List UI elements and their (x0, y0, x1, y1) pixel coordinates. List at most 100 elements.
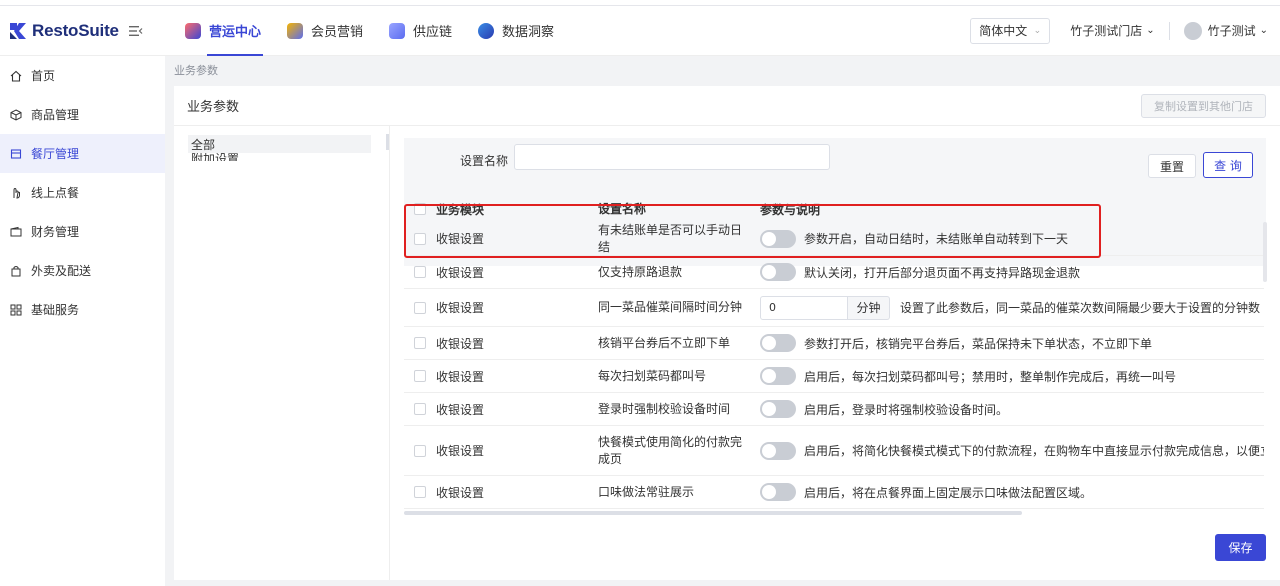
row-checkbox[interactable] (414, 301, 426, 314)
row-desc-cell: 参数打开后，核销完平台券后，菜品保持未下单状态，不立即下单 (760, 334, 1264, 352)
row-checkbox-cell (404, 444, 436, 457)
setting-toggle[interactable] (760, 334, 796, 352)
chevron-down-icon: ⌄ (1033, 25, 1042, 36)
row-desc-text: 默认关闭，打开后部分退页面不再支持异路现金退款 (804, 265, 1081, 280)
member-icon (287, 22, 304, 39)
top-nav: 营运中心 会员营销 供应链 数据洞察 (185, 6, 580, 56)
row-desc-cell: 参数开启，自动日结时，未结账单自动转到下一天 (760, 229, 1264, 248)
vertical-scrollbar[interactable] (1263, 222, 1267, 282)
setting-name-input[interactable] (514, 144, 830, 170)
row-module: 收银设置 (436, 265, 485, 280)
save-button[interactable]: 保存 (1215, 534, 1266, 561)
row-setting-name: 每次扫划菜码都叫号 (598, 368, 707, 383)
breadcrumb: 业务参数 (174, 64, 218, 77)
menu-collapse-icon[interactable] (128, 25, 143, 37)
row-module: 收银设置 (436, 402, 485, 417)
row-checkbox-cell (404, 337, 436, 349)
nav-operations[interactable]: 营运中心 (185, 6, 275, 56)
row-desc-cell: 启用后，将在点餐界面上固定展示口味做法配置区域。 (760, 483, 1264, 501)
row-module: 收银设置 (436, 232, 485, 246)
sidebar-item-label: 线上点餐 (31, 186, 80, 200)
row-desc-text: 参数打开后，核销完平台券后，菜品保持未下单状态，不立即下单 (804, 336, 1153, 351)
sidebar-item-label: 财务管理 (31, 225, 80, 239)
setting-toggle[interactable] (760, 263, 796, 281)
setting-toggle[interactable] (760, 229, 796, 248)
table-row: 收银设置 有未结账单是否可以手动日结 参数开启，自动日结时，未结账单自动转到下一天 (404, 222, 1264, 256)
table-header: 业务模块 设置名称 参数与说明 (404, 196, 1264, 222)
nav-data[interactable]: 数据洞察 (478, 6, 568, 56)
unit-label: 分钟 (848, 295, 890, 320)
header-checkbox-cell (404, 203, 436, 215)
row-checkbox[interactable] (414, 370, 426, 382)
category-scrollbar[interactable] (386, 134, 389, 150)
nav-member[interactable]: 会员营销 (287, 6, 377, 56)
data-icon (478, 22, 495, 39)
category-all[interactable]: 全部 (188, 135, 371, 153)
nav-label: 供应链 (413, 25, 453, 40)
home-icon (10, 70, 22, 82)
select-all-checkbox[interactable] (414, 203, 426, 215)
panel-header: 业务参数 复制设置到其他门店 (174, 86, 1280, 126)
row-setting-name: 有未结账单是否可以手动日结 (598, 222, 743, 254)
setting-toggle[interactable] (760, 400, 796, 418)
language-select[interactable]: 简体中文 ⌄ (970, 17, 1051, 44)
settings-table: 业务模块 设置名称 参数与说明 收银设置 有未结账单是否可以手动日结 参数开启，自动… (404, 196, 1264, 509)
header-name: 设置名称 (598, 201, 647, 216)
query-button[interactable]: 查 询 (1203, 152, 1253, 178)
setting-toggle[interactable] (760, 367, 796, 385)
sidebar-item-basic-services[interactable]: 基础服务 (0, 290, 165, 329)
row-checkbox[interactable] (414, 266, 426, 278)
bag-icon (11, 265, 21, 276)
row-desc-text: 启用后，登录时将强制校验设备时间。 (804, 402, 1009, 417)
sidebar-item-home[interactable]: 首页 (0, 56, 165, 95)
row-checkbox[interactable] (414, 403, 426, 415)
hand-icon (13, 187, 20, 199)
row-desc-text: 启用后，将在点餐界面上固定展示口味做法配置区域。 (804, 485, 1093, 500)
category-list: 全部 附加设置 (174, 126, 390, 580)
row-desc-cell: 启用后，每次扫划菜码都叫号；禁用时，整单制作完成后，再统一叫号 (760, 367, 1264, 385)
header-right: 简体中文 ⌄ 竹子测试门店 ⌄ 竹子测试 ⌄ (970, 6, 1280, 56)
sidebar-item-products[interactable]: 商品管理 (0, 95, 165, 134)
sidebar-item-label: 外卖及配送 (31, 264, 92, 278)
setting-toggle[interactable] (760, 441, 796, 460)
sidebar-item-finance[interactable]: 财务管理 (0, 212, 165, 251)
avatar (1183, 21, 1202, 40)
store-select[interactable]: 竹子测试门店 ⌄ (1070, 22, 1154, 39)
sidebar-item-delivery[interactable]: 外卖及配送 (0, 251, 165, 290)
sidebar-item-restaurant[interactable]: 餐厅管理 (0, 134, 165, 173)
row-checkbox[interactable] (414, 486, 426, 498)
store-name: 竹子测试门店 (1070, 24, 1143, 38)
row-checkbox-cell (404, 403, 436, 415)
row-module: 收银设置 (436, 485, 485, 500)
table-row: 收银设置 登录时强制校验设备时间 启用后，登录时将强制校验设备时间。 (404, 393, 1264, 426)
chevron-down-icon: ⌄ (1259, 25, 1268, 36)
language-value: 简体中文 (979, 24, 1028, 38)
row-setting-name: 登录时强制校验设备时间 (598, 401, 731, 416)
user-menu[interactable]: 竹子测试 ⌄ (1183, 21, 1268, 40)
row-setting-name: 口味做法常驻展示 (598, 484, 695, 499)
nav-label: 营运中心 (209, 25, 262, 40)
setting-toggle[interactable] (760, 483, 796, 501)
row-checkbox[interactable] (414, 232, 426, 245)
copy-settings-button[interactable]: 复制设置到其他门店 (1141, 94, 1266, 118)
sidebar-item-online-order[interactable]: 线上点餐 (0, 173, 165, 212)
row-setting-name: 快餐模式使用简化的付款完成页 (598, 434, 743, 466)
horizontal-scrollbar[interactable] (404, 511, 1022, 515)
category-extra[interactable]: 附加设置 (191, 153, 389, 161)
reset-button[interactable]: 重置 (1148, 154, 1196, 178)
row-checkbox-cell (404, 266, 436, 278)
nav-supply[interactable]: 供应链 (389, 6, 466, 56)
row-checkbox[interactable] (414, 444, 426, 457)
table-row: 收银设置 快餐模式使用简化的付款完成页 启用后，将简化快餐模式模式下的付款流程，在购… (404, 426, 1264, 476)
row-desc-text: 设置了此参数后，同一菜品的催菜次数间隔最少要大于设置的分钟数 (900, 301, 1261, 315)
row-checkbox[interactable] (414, 337, 426, 349)
brand[interactable]: RestoSuite (0, 21, 165, 41)
row-checkbox-cell (404, 486, 436, 498)
table-body: 收银设置 有未结账单是否可以手动日结 参数开启，自动日结时，未结账单自动转到下一天收… (404, 222, 1264, 509)
minutes-input[interactable]: 0 (760, 295, 848, 320)
header-desc: 参数与说明 (760, 202, 821, 217)
row-desc-text: 启用后，将简化快餐模式模式下的付款流程，在购物车中直接显示付款完成信息，以便立即… (804, 444, 1264, 458)
row-desc-cell: 默认关闭，打开后部分退页面不再支持异路现金退款 (760, 263, 1264, 281)
nav-label: 会员营销 (311, 25, 364, 40)
row-checkbox-cell (404, 232, 436, 245)
